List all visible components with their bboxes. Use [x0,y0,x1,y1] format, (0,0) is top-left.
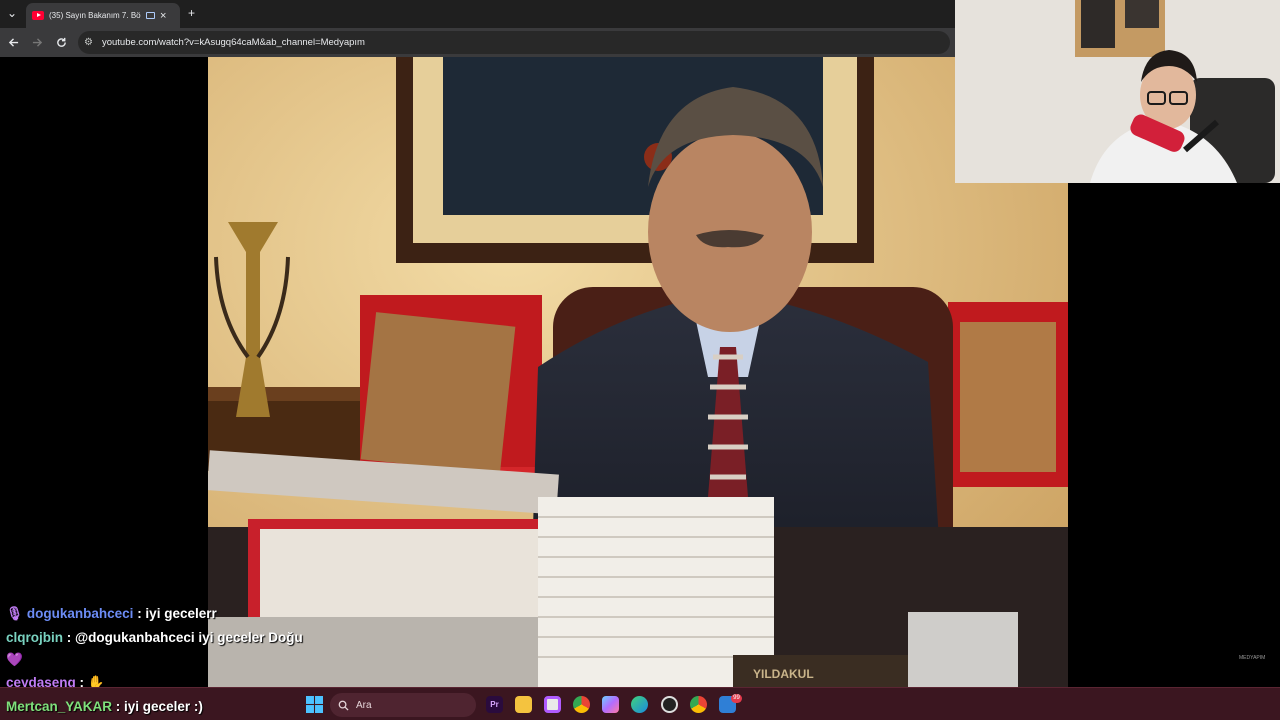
premiere-pro-icon[interactable]: Pr [486,696,503,713]
chat-message: 🎙 dogukanbahceci : iyi gecelerr [6,606,217,622]
webcam-overlay [955,0,1280,183]
desk-nameplate: YILDAKUL [753,667,814,681]
chat-username: dogukanbahceci [26,606,134,621]
new-tab-button[interactable]: + [188,6,195,20]
browser-window: ⌄ (35) Sayın Bakanım 7. Bölüm × + ⚙ yout… [0,0,955,57]
reload-icon[interactable] [56,37,67,48]
edge-icon[interactable] [631,696,648,713]
tab-title: (35) Sayın Bakanım 7. Bölüm [49,11,141,20]
video-player[interactable]: YILDAKUL [208,57,1068,687]
streamer-camera-image [955,0,1280,183]
copilot-icon[interactable] [602,696,619,713]
youtube-favicon-icon [32,11,44,20]
forward-icon[interactable] [32,37,43,48]
taskbar-search-input[interactable]: Ara [330,693,476,717]
microphone-icon: 🎙 [6,606,24,621]
close-tab-icon[interactable]: × [160,10,166,22]
address-bar[interactable]: ⚙ youtube.com/watch?v=kAsugq64caM&ab_cha… [78,31,950,54]
chat-message: clqrojbin : @dogukanbahceci iyi geceler … [6,630,303,645]
tab-youtube[interactable]: (35) Sayın Bakanım 7. Bölüm × [26,3,180,28]
snipping-tool-icon[interactable] [544,696,561,713]
channel-watermark: MEDYAPIM [1239,655,1266,661]
chat-username: clqrojbin [6,630,63,645]
video-frame-image [208,57,1068,687]
windows-start-icon[interactable] [306,696,323,713]
file-explorer-icon[interactable] [515,696,532,713]
chat-username: Mertcan_YAKAR [6,699,113,714]
chrome-profile-icon[interactable] [690,696,707,713]
chat-text: : iyi gecelerr [133,606,217,621]
cast-icon [146,12,155,19]
back-icon[interactable] [8,37,19,48]
address-url: youtube.com/watch?v=kAsugq64caM&ab_chann… [101,37,365,48]
chrome-icon[interactable] [573,696,590,713]
purple-heart-emote: 💜 [6,652,23,667]
chat-text: : iyi geceler :) [112,699,203,714]
search-icon [338,700,349,711]
chat-text: : @dogukanbahceci iyi geceler Doğu [63,630,303,645]
browser-toolbar: ⚙ youtube.com/watch?v=kAsugq64caM&ab_cha… [0,28,955,57]
obs-icon[interactable] [661,696,678,713]
notification-badge: 99 [731,694,742,703]
site-info-icon[interactable]: ⚙ [84,37,93,48]
tab-search-chevron-icon[interactable]: ⌄ [7,6,17,20]
tab-strip: ⌄ (35) Sayın Bakanım 7. Bölüm × + [0,0,955,28]
search-label: Ara [356,699,372,711]
chat-message: Mertcan_YAKAR : iyi geceler :) [6,699,203,714]
